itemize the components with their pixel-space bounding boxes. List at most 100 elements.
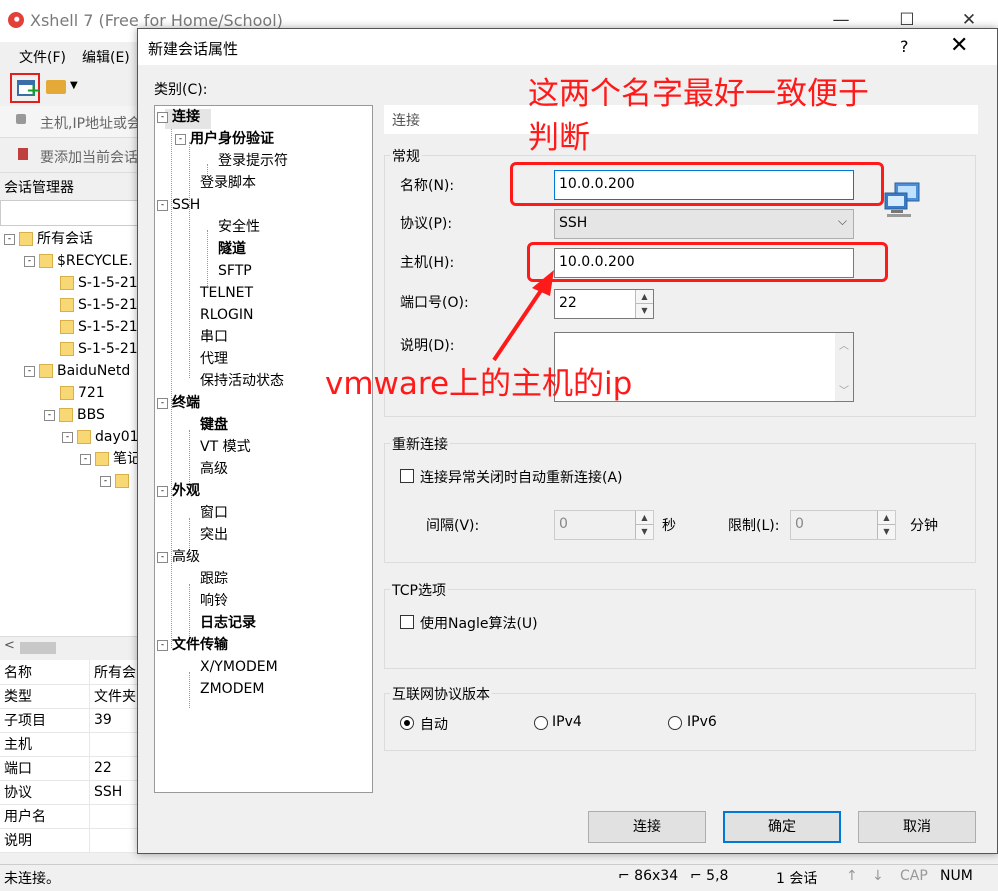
- collapse-icon[interactable]: -: [157, 639, 168, 651]
- category-item[interactable]: 窗口: [200, 502, 228, 524]
- chevron-down-icon: ⌵: [837, 214, 847, 228]
- auto-reconnect-checkbox[interactable]: [400, 469, 414, 483]
- tree-item[interactable]: S-1-5-21: [60, 272, 138, 294]
- category-item[interactable]: 跟踪: [200, 568, 228, 590]
- category-item[interactable]: - 高级: [157, 546, 200, 568]
- ipv4-label[interactable]: IPv4: [552, 714, 582, 730]
- auto-reconnect-label[interactable]: 连接异常关闭时自动重新连接(A): [420, 467, 623, 487]
- session-search-input[interactable]: [0, 200, 140, 226]
- category-item[interactable]: - 连接: [157, 106, 200, 128]
- chevron-down-icon[interactable]: ▼: [70, 80, 78, 91]
- textarea-scrollbar[interactable]: ︿ ﹀: [835, 333, 853, 401]
- category-item[interactable]: VT 模式: [200, 436, 251, 458]
- arrow-up-icon: ↑: [846, 868, 858, 884]
- new-session-button[interactable]: +: [10, 73, 41, 103]
- nagle-checkbox[interactable]: [400, 615, 414, 629]
- decrement-icon[interactable]: ▼: [635, 525, 653, 539]
- cursor-position: ⌐ 5,8: [690, 868, 729, 884]
- category-label-text: 文件传输: [172, 637, 228, 653]
- annotation-arrow: [492, 270, 554, 362]
- minimize-button[interactable]: —: [826, 10, 856, 30]
- category-item[interactable]: 登录提示符: [218, 150, 288, 172]
- tree-item[interactable]: -: [100, 470, 133, 492]
- table-row: 类型 文件夹: [0, 684, 140, 709]
- open-folder-icon[interactable]: [46, 80, 66, 94]
- ipv6-radio[interactable]: [668, 716, 682, 730]
- folder-icon: [59, 408, 73, 422]
- category-item[interactable]: - 外观: [157, 480, 200, 502]
- category-item[interactable]: 代理: [200, 348, 228, 370]
- category-item[interactable]: SFTP: [218, 260, 252, 282]
- tree-item[interactable]: S-1-5-21: [60, 294, 138, 316]
- category-item[interactable]: RLOGIN: [200, 304, 254, 326]
- ipv6-label[interactable]: IPv6: [687, 714, 717, 730]
- connect-button[interactable]: 连接: [588, 811, 706, 843]
- collapse-icon[interactable]: -: [157, 111, 168, 123]
- annotation-host-note: vmware上的主机的ip: [325, 366, 633, 402]
- increment-icon[interactable]: ▲: [877, 511, 895, 525]
- help-button[interactable]: ?: [900, 37, 909, 56]
- collapse-icon[interactable]: -: [157, 199, 168, 211]
- category-item[interactable]: - 终端: [157, 392, 200, 414]
- bookmark-icon: [18, 148, 28, 160]
- nagle-label[interactable]: 使用Nagle算法(U): [420, 613, 538, 633]
- tree-item[interactable]: - BBS: [44, 404, 105, 426]
- category-item[interactable]: 突出: [200, 524, 228, 546]
- category-item[interactable]: 日志记录: [200, 612, 256, 634]
- scroll-down-icon[interactable]: ﹀: [839, 382, 849, 397]
- interval-stepper[interactable]: 0 ▲ ▼: [554, 510, 654, 540]
- category-item[interactable]: 高级: [200, 458, 228, 480]
- category-item[interactable]: 安全性: [218, 216, 260, 238]
- decrement-icon[interactable]: ▼: [635, 304, 653, 318]
- increment-icon[interactable]: ▲: [635, 511, 653, 525]
- collapse-icon[interactable]: -: [157, 485, 168, 497]
- cancel-button[interactable]: 取消: [858, 811, 976, 843]
- tree-item[interactable]: - 笔记: [80, 448, 140, 470]
- ip-auto-radio[interactable]: [400, 716, 414, 730]
- scroll-left-icon[interactable]: <: [4, 638, 15, 653]
- scrollbar-thumb[interactable]: [20, 642, 56, 654]
- decrement-icon[interactable]: ▼: [877, 525, 895, 539]
- category-item[interactable]: X/YMODEM: [200, 656, 278, 678]
- category-label: 类别(C):: [154, 82, 208, 98]
- table-row: 协议 SSH: [0, 780, 140, 805]
- category-item[interactable]: 键盘: [200, 414, 228, 436]
- category-item[interactable]: 隧道: [218, 238, 246, 260]
- tree-item[interactable]: 721: [60, 382, 105, 404]
- increment-icon[interactable]: ▲: [635, 290, 653, 304]
- ip-auto-label[interactable]: 自动: [420, 714, 448, 734]
- ok-button[interactable]: 确定: [723, 811, 841, 843]
- category-label-text: VT 模式: [200, 439, 251, 455]
- category-item[interactable]: TELNET: [200, 282, 253, 304]
- ipv4-radio[interactable]: [534, 716, 548, 730]
- tree-item[interactable]: - day01: [62, 426, 139, 448]
- category-item[interactable]: - 文件传输: [157, 634, 228, 656]
- close-button[interactable]: ✕: [954, 10, 984, 30]
- category-item[interactable]: 响铃: [200, 590, 228, 612]
- protocol-select[interactable]: SSH ⌵: [554, 209, 854, 239]
- tree-item[interactable]: S-1-5-21: [60, 338, 138, 360]
- scroll-up-icon[interactable]: ︿: [839, 337, 849, 352]
- maximize-button[interactable]: ☐: [892, 10, 922, 30]
- category-item[interactable]: 保持活动状态: [200, 370, 284, 392]
- tree-item[interactable]: - $RECYCLE.: [24, 250, 133, 272]
- dialog-close-button[interactable]: ✕: [950, 33, 968, 58]
- tree-item[interactable]: - BaiduNetd: [24, 360, 130, 382]
- category-label-text: 隧道: [218, 241, 246, 257]
- tree-item[interactable]: S-1-5-21: [60, 316, 138, 338]
- menu-edit[interactable]: 编辑(E): [82, 47, 130, 67]
- category-item[interactable]: 串口: [200, 326, 228, 348]
- collapse-icon[interactable]: -: [157, 397, 168, 409]
- category-item[interactable]: - 用户身份验证: [175, 128, 274, 150]
- collapse-icon[interactable]: -: [157, 551, 168, 563]
- limit-stepper[interactable]: 0 ▲ ▼: [790, 510, 896, 540]
- category-item[interactable]: - SSH: [157, 194, 200, 216]
- category-item[interactable]: 登录脚本: [200, 172, 256, 194]
- folder-icon: [60, 298, 74, 312]
- collapse-icon[interactable]: -: [175, 133, 186, 145]
- menu-file[interactable]: 文件(F): [19, 47, 66, 67]
- table-row: 主机: [0, 732, 140, 757]
- tree-item[interactable]: - 所有会话: [4, 228, 93, 250]
- category-item[interactable]: ZMODEM: [200, 678, 264, 700]
- address-input[interactable]: 主机,IP地址或会: [40, 113, 141, 133]
